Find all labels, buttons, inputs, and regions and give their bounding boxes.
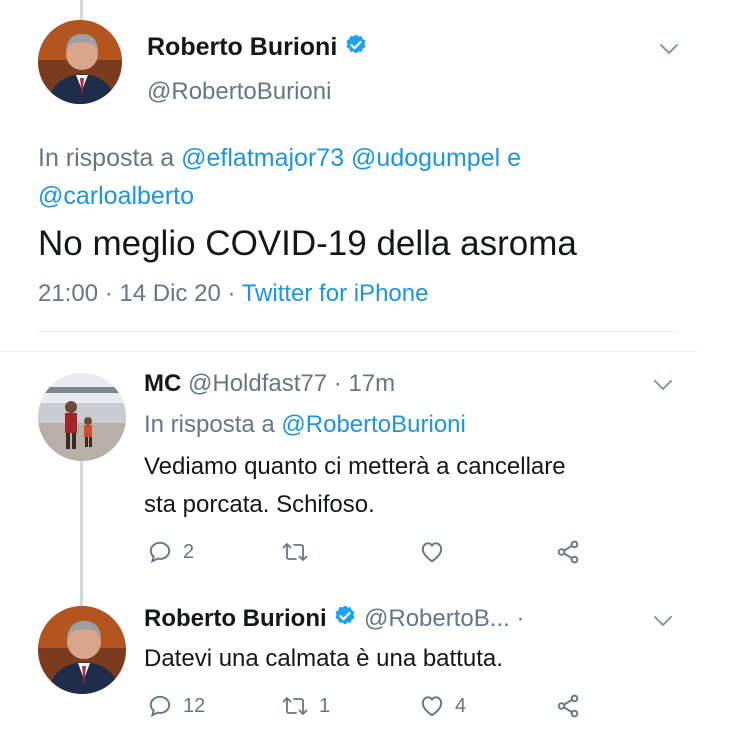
avatar-image	[38, 20, 122, 104]
meta-separator: ·	[333, 370, 342, 397]
share-action[interactable]	[555, 693, 581, 719]
reply-action[interactable]: 2	[147, 539, 194, 565]
author-handle[interactable]: @Holdfast77	[188, 370, 327, 397]
reply-header: Roberto Burioni @RobertoB... ·	[144, 604, 524, 635]
action-bar: 2	[147, 539, 597, 569]
divider	[38, 331, 678, 332]
avatar-image	[38, 373, 126, 461]
reply-header: MC @Holdfast77 · 17m	[144, 370, 395, 398]
tweet-time[interactable]: 21:00	[38, 280, 98, 307]
retweet-icon	[282, 543, 308, 561]
heart-icon	[421, 542, 443, 563]
tweet-text: No meglio COVID-19 della asroma	[38, 224, 577, 263]
reply-icon	[149, 541, 171, 564]
mention-link[interactable]: @RobertoBurioni	[281, 411, 465, 438]
like-count: 4	[455, 694, 467, 717]
thread-line	[80, 460, 83, 610]
divider	[0, 351, 697, 352]
avatar[interactable]	[38, 20, 122, 104]
reply-action[interactable]: 12	[147, 693, 205, 719]
mention-link[interactable]: @udogumpel	[351, 144, 500, 172]
reply-text-line: Datevi una calmata è una battuta.	[144, 645, 503, 672]
verified-badge-icon	[344, 33, 368, 64]
avatar[interactable]	[38, 373, 126, 461]
author-handle[interactable]: @RobertoB...	[364, 605, 510, 632]
reply-conjunction: e	[507, 144, 521, 172]
reply-icon	[149, 695, 171, 718]
avatar-image	[38, 606, 126, 694]
chevron-down-icon[interactable]	[652, 614, 674, 628]
share-icon	[557, 540, 579, 564]
reply-context: In risposta a @RobertoBurioni	[144, 406, 466, 444]
retweet-action[interactable]: 1	[281, 693, 330, 719]
author-name[interactable]: Roberto Burioni	[144, 605, 327, 632]
reply-prefix: In risposta a	[38, 144, 175, 172]
author-handle[interactable]: @RobertoBurioni	[147, 78, 331, 106]
like-action[interactable]: 4	[419, 693, 466, 719]
thread-line	[80, 0, 83, 20]
author-name[interactable]: Roberto Burioni	[147, 33, 337, 61]
tweet-meta: 21:00 · 14 Dic 20 · Twitter for iPhone	[38, 280, 428, 308]
author-line: Roberto Burioni	[147, 33, 368, 64]
meta-separator: ·	[104, 280, 113, 307]
reply-prefix: In risposta a	[144, 411, 275, 438]
action-bar: 12 1 4	[147, 693, 597, 723]
meta-separator: ·	[516, 604, 525, 632]
share-icon	[557, 694, 579, 718]
retweet-action[interactable]	[281, 539, 319, 565]
reply-count: 12	[183, 694, 206, 717]
reply-text-line: Vediamo quanto ci metterà a cancellare	[144, 453, 566, 480]
reply-context: In risposta a @eflatmajor73 @udogumpel e…	[38, 139, 678, 215]
retweet-icon	[282, 697, 308, 715]
meta-separator: ·	[227, 280, 236, 307]
reply-text-line: sta porcata. Schifoso.	[144, 491, 375, 518]
share-action[interactable]	[555, 539, 581, 565]
heart-icon	[421, 696, 443, 717]
tweet-date[interactable]: 14 Dic 20	[119, 280, 220, 307]
tweet-time[interactable]: 17m	[348, 370, 395, 397]
chevron-down-icon[interactable]	[652, 378, 674, 392]
retweet-count: 1	[319, 694, 331, 717]
author-name[interactable]: MC	[144, 370, 181, 397]
tweet-source[interactable]: Twitter for iPhone	[242, 280, 429, 307]
avatar[interactable]	[38, 606, 126, 694]
chevron-down-icon[interactable]	[658, 42, 680, 56]
mention-link[interactable]: @eflatmajor73	[181, 144, 344, 172]
verified-badge-icon	[333, 604, 357, 635]
like-action[interactable]	[419, 539, 455, 565]
reply-count: 2	[183, 540, 195, 563]
mention-link[interactable]: @carloalberto	[38, 182, 194, 210]
